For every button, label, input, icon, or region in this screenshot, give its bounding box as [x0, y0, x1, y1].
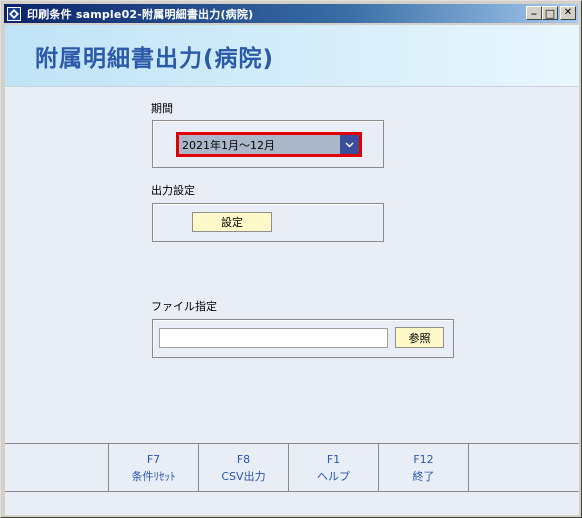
settings-button[interactable]: 設定 [192, 212, 272, 232]
minimize-icon: _ [531, 4, 537, 15]
client-area: 附属明細書出力(病院) 期間 2021年1月～12月 出力設定 設定 ファイル指… [5, 25, 579, 515]
fkey-f8-label: CSV出力 [221, 470, 266, 483]
fkey-empty-left [5, 444, 109, 492]
maximize-button[interactable]: □ [542, 6, 558, 20]
fkey-exit-button[interactable]: F12 終了 [379, 444, 469, 492]
fkey-reset-button[interactable]: F7 条件ﾘｾｯﾄ [109, 444, 199, 492]
chevron-down-icon[interactable] [340, 135, 359, 154]
minimize-button[interactable]: _ [526, 4, 542, 20]
file-label: ファイル指定 [151, 300, 217, 313]
fkey-f1-key: F1 [326, 453, 341, 466]
period-select-value: 2021年1月～12月 [182, 138, 275, 152]
window-controls: _ □ ✕ [526, 4, 576, 20]
maximize-icon: □ [544, 6, 556, 20]
period-select-field[interactable]: 2021年1月～12月 [179, 135, 359, 154]
fkey-f7-key: F7 [146, 453, 161, 466]
fkey-csv-button[interactable]: F8 CSV出力 [199, 444, 289, 492]
fkey-help-button[interactable]: F1 ヘルプ [289, 444, 379, 492]
close-icon: ✕ [563, 7, 573, 18]
function-key-bar: F7 条件ﾘｾｯﾄ F8 CSV出力 F1 ヘルプ F12 終了 [5, 443, 579, 492]
fkey-empty-right [469, 444, 579, 492]
application-window: 印刷条件 sample02-附属明細書出力(病院) _ □ ✕ 附属明細書出力(… [0, 0, 582, 518]
fkey-f12-label: 終了 [412, 470, 435, 483]
page-title: 附属明細書出力(病院) [35, 46, 275, 72]
status-bar [5, 491, 579, 515]
fkey-f1-label: ヘルプ [317, 470, 350, 483]
file-path-input[interactable] [159, 328, 388, 348]
close-button[interactable]: ✕ [560, 6, 576, 20]
window-title: 印刷条件 sample02-附属明細書出力(病院) [27, 7, 254, 21]
output-settings-label: 出力設定 [151, 184, 195, 197]
fkey-f8-key: F8 [236, 453, 251, 466]
period-select[interactable]: 2021年1月～12月 [176, 132, 362, 157]
title-bar[interactable]: 印刷条件 sample02-附属明細書出力(病院) _ □ ✕ [4, 4, 578, 23]
period-label: 期間 [151, 102, 173, 115]
app-icon[interactable] [6, 5, 22, 22]
fkey-f7-label: 条件ﾘｾｯﾄ [131, 470, 176, 483]
browse-button[interactable]: 参照 [395, 327, 444, 348]
page-header: 附属明細書出力(病院) [5, 25, 579, 87]
fkey-f12-key: F12 [413, 453, 434, 466]
